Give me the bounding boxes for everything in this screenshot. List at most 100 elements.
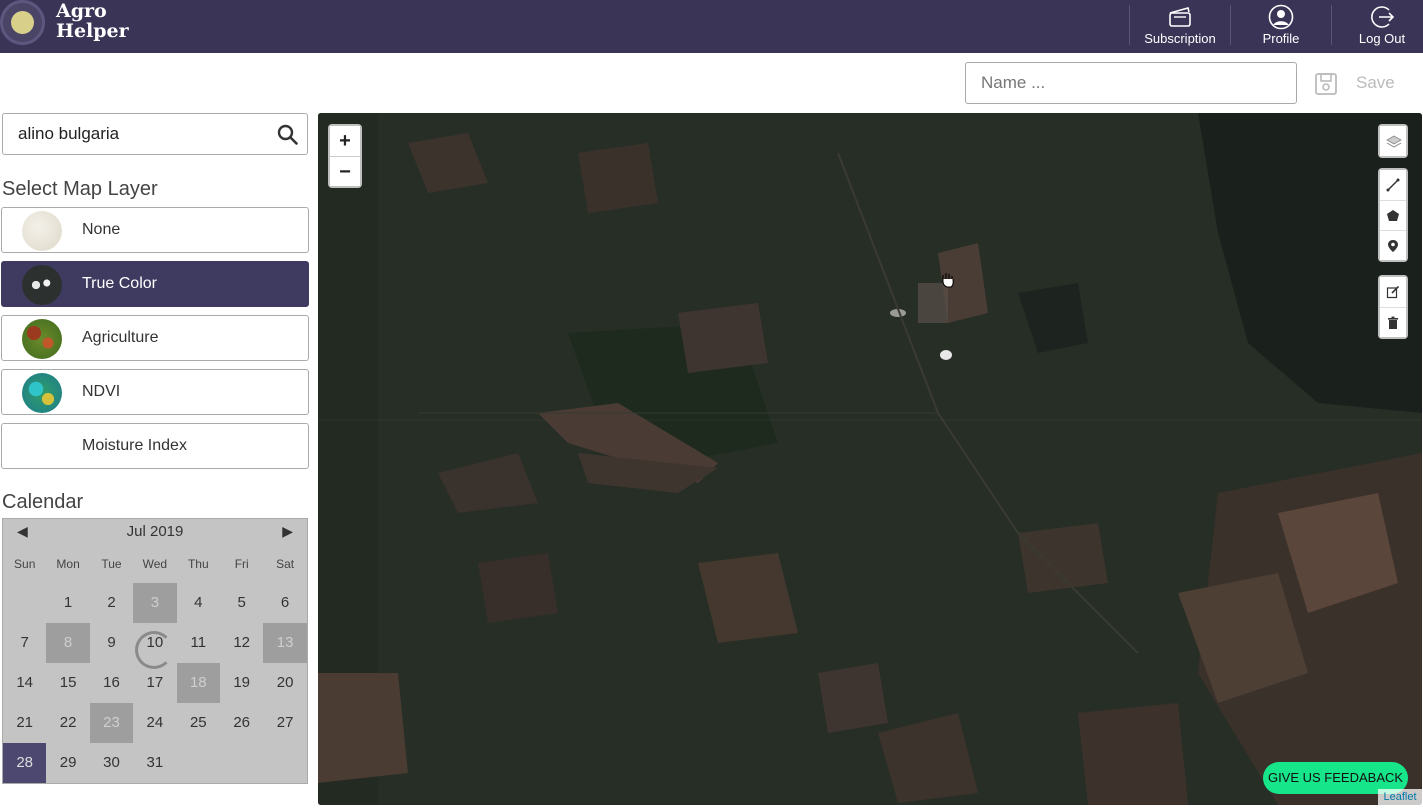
calendar-day[interactable]: 27 xyxy=(263,703,306,743)
edit-layers-button[interactable] xyxy=(1380,277,1406,307)
calendar-day[interactable]: 17 xyxy=(133,663,176,703)
save-button[interactable]: Save xyxy=(1356,73,1395,93)
layer-label: NDVI xyxy=(82,383,121,400)
calendar-day[interactable]: 24 xyxy=(133,703,176,743)
calendar-day[interactable]: 19 xyxy=(220,663,263,703)
calendar-section-title: Calendar xyxy=(2,491,84,513)
zoom-in-button[interactable]: + xyxy=(330,126,360,156)
save-icon[interactable] xyxy=(1314,72,1338,96)
search-input[interactable] xyxy=(3,114,263,154)
calendar-weekday-label: Sun xyxy=(14,557,36,571)
nav-logout-label: Log Out xyxy=(1358,31,1406,46)
map-view[interactable]: + − xyxy=(318,113,1422,805)
calendar-weekday-label: Tue xyxy=(101,557,122,571)
logo-line-1: Agro xyxy=(56,0,107,22)
layer-label: None xyxy=(82,221,121,238)
layer-label: Moisture Index xyxy=(82,437,187,454)
calendar-day[interactable]: 18 xyxy=(176,663,220,703)
calendar-day[interactable]: 26 xyxy=(220,703,263,743)
calendar-day[interactable]: 23 xyxy=(89,703,134,743)
layer-label: True Color xyxy=(82,275,157,292)
search-icon[interactable] xyxy=(277,124,298,145)
layers-control xyxy=(1378,124,1408,158)
nav-subscription[interactable]: Subscription xyxy=(1131,0,1229,53)
calendar-day[interactable]: 12 xyxy=(220,623,263,663)
calendar-month-label: Jul 2019 xyxy=(126,523,184,540)
marker-icon xyxy=(1388,240,1398,252)
nav-logout[interactable]: Log Out xyxy=(1333,0,1423,53)
calendar-day[interactable]: 1 xyxy=(46,583,89,623)
calendar-day[interactable]: 2 xyxy=(90,583,133,623)
nav-subscription-label: Subscription xyxy=(1144,31,1216,46)
layer-true-color-button[interactable]: True Color xyxy=(1,261,309,307)
trash-icon xyxy=(1388,316,1398,329)
logo-wheat-icon xyxy=(11,11,34,34)
logout-icon xyxy=(1371,6,1395,28)
calendar-day[interactable]: 7 xyxy=(3,623,46,663)
calendar-day[interactable]: 4 xyxy=(177,583,220,623)
draw-polyline-button[interactable] xyxy=(1380,170,1406,200)
polyline-icon xyxy=(1386,178,1400,192)
app-header: Agro Helper Subscription Profile Log Out xyxy=(0,0,1423,53)
calendar-day[interactable]: 22 xyxy=(46,703,89,743)
satellite-imagery[interactable] xyxy=(318,113,1422,805)
calendar-weekday-label: Sat xyxy=(276,557,295,571)
loading-spinner-icon xyxy=(135,631,173,669)
calendar-weekday-label: Mon xyxy=(56,557,80,571)
logo-icon[interactable] xyxy=(0,0,45,45)
layer-label: Agriculture xyxy=(82,329,159,346)
nav-divider xyxy=(1230,5,1231,45)
calendar-day[interactable]: 11 xyxy=(177,623,220,663)
zoom-control: + − xyxy=(328,124,362,188)
calendar-weekday-label: Wed xyxy=(142,557,168,571)
delete-layers-button[interactable] xyxy=(1380,307,1406,337)
name-input[interactable] xyxy=(965,62,1297,104)
calendar-next-icon[interactable]: ▶ xyxy=(282,523,293,540)
calendar-day[interactable]: 16 xyxy=(90,663,133,703)
wallet-icon xyxy=(1169,7,1191,27)
calendar-day[interactable]: 28 xyxy=(3,743,47,783)
layer-none-thumbnail xyxy=(22,211,62,251)
calendar-day[interactable]: 21 xyxy=(3,703,46,743)
map-attribution-link[interactable]: Leaflet xyxy=(1378,789,1422,805)
polygon-icon xyxy=(1387,210,1399,221)
layer-none-button[interactable]: None xyxy=(1,207,309,253)
calendar-day[interactable]: 15 xyxy=(46,663,89,703)
calendar-day[interactable]: 9 xyxy=(90,623,133,663)
draw-polygon-button[interactable] xyxy=(1380,200,1406,230)
layer-moisture-index-button[interactable]: Moisture Index xyxy=(1,423,309,469)
layers-button[interactable] xyxy=(1380,126,1406,156)
calendar-day[interactable]: 25 xyxy=(177,703,220,743)
calendar-weekday-label: Thu xyxy=(187,557,209,571)
calendar-day[interactable]: 14 xyxy=(3,663,46,703)
logo-text[interactable]: Agro Helper xyxy=(56,1,129,41)
calendar-day[interactable]: 30 xyxy=(90,743,133,783)
zoom-out-button[interactable]: − xyxy=(330,156,360,186)
calendar-day[interactable]: 5 xyxy=(220,583,263,623)
nav-profile[interactable]: Profile xyxy=(1232,0,1330,53)
layer-ndvi-thumbnail xyxy=(22,373,62,413)
calendar-day[interactable]: 29 xyxy=(46,743,89,783)
calendar-day[interactable]: 31 xyxy=(133,743,176,783)
layer-agriculture-thumbnail xyxy=(22,319,62,359)
calendar-day[interactable]: 3 xyxy=(133,583,177,623)
calendar-weekday-label: Fri xyxy=(234,557,249,571)
nav-divider xyxy=(1129,5,1130,45)
layers-icon xyxy=(1386,135,1402,148)
layer-agriculture-button[interactable]: Agriculture xyxy=(1,315,309,361)
layer-section-title: Select Map Layer xyxy=(2,178,158,200)
draw-marker-button[interactable] xyxy=(1380,230,1406,260)
logo-line-2: Helper xyxy=(56,20,129,42)
nav-profile-label: Profile xyxy=(1262,31,1300,46)
calendar-day[interactable]: 13 xyxy=(263,623,307,663)
calendar-day[interactable]: 20 xyxy=(263,663,306,703)
layer-true-color-thumbnail xyxy=(22,265,62,305)
edit-icon xyxy=(1386,285,1400,299)
calendar-day[interactable]: 6 xyxy=(263,583,306,623)
edit-toolbar xyxy=(1378,275,1408,339)
calendar-day[interactable]: 8 xyxy=(46,623,90,663)
search-box xyxy=(2,113,308,155)
draw-toolbar xyxy=(1378,168,1408,262)
layer-ndvi-button[interactable]: NDVI xyxy=(1,369,309,415)
nav-divider xyxy=(1331,5,1332,45)
